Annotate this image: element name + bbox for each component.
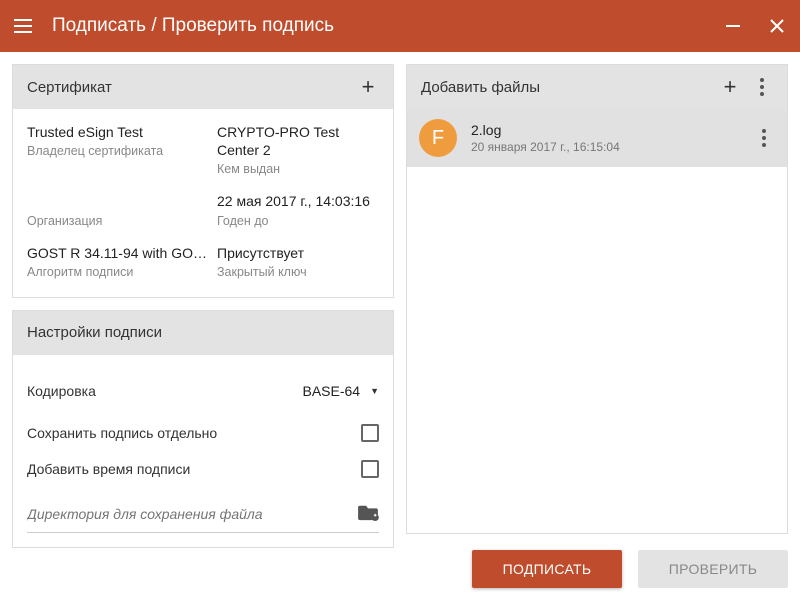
files-card-title: Добавить файлы (421, 79, 719, 96)
file-row[interactable]: F 2.log 20 января 2017 г., 16:15:04 (407, 109, 787, 167)
certificate-card: Сертификат + Trusted eSign Test Владелец… (12, 64, 394, 298)
encoding-label: Кодировка (27, 383, 302, 399)
cert-algo-value: GOST R 34.11-94 with GOS.. (27, 244, 207, 262)
cert-owner-value: Trusted eSign Test (27, 123, 207, 141)
settings-card-title: Настройки подписи (27, 324, 379, 341)
close-button[interactable] (768, 17, 786, 35)
encoding-select[interactable]: BASE-64 ▼ (302, 383, 379, 399)
encoding-value: BASE-64 (302, 383, 360, 399)
timestamp-checkbox[interactable] (361, 460, 379, 478)
cert-owner-label: Владелец сертификата (27, 144, 207, 158)
cert-issuer-label: Кем выдан (217, 162, 379, 176)
verify-button[interactable]: ПРОВЕРИТЬ (638, 550, 788, 588)
files-card: Добавить файлы + F 2.log 20 января 2017 … (406, 64, 788, 534)
cert-issuer-value: CRYPTO-PRO Test Center 2 (217, 123, 379, 159)
title-bar: Подписать / Проверить подпись (0, 0, 800, 52)
signature-settings-card: Настройки подписи Кодировка BASE-64 ▼ Со… (12, 310, 394, 548)
sign-button[interactable]: ПОДПИСАТЬ (472, 550, 622, 588)
menu-icon[interactable] (14, 15, 36, 37)
add-certificate-button[interactable]: + (357, 74, 379, 100)
file-name: 2.log (471, 122, 739, 138)
save-directory-input[interactable] (27, 506, 347, 522)
file-date: 20 января 2017 г., 16:15:04 (471, 140, 739, 154)
dropdown-icon: ▼ (370, 386, 379, 396)
add-file-button[interactable]: + (719, 74, 741, 100)
minimize-button[interactable] (724, 17, 742, 35)
cert-org-value (27, 192, 207, 210)
cert-algo-label: Алгоритм подписи (27, 265, 207, 279)
timestamp-label: Добавить время подписи (27, 461, 361, 477)
files-more-button[interactable] (751, 78, 773, 96)
file-row-more-button[interactable] (753, 129, 775, 147)
cert-validto-value: 22 мая 2017 г., 14:03:16 (217, 192, 379, 210)
cert-validto-label: Годен до (217, 214, 379, 228)
action-button-bar: ПОДПИСАТЬ ПРОВЕРИТЬ (406, 546, 788, 588)
certificate-card-title: Сертификат (27, 79, 357, 96)
cert-org-label: Организация (27, 214, 207, 228)
cert-privkey-label: Закрытый ключ (217, 265, 379, 279)
folder-icon[interactable] (357, 503, 379, 526)
cert-privkey-value: Присутствует (217, 244, 379, 262)
window-title: Подписать / Проверить подпись (52, 15, 724, 37)
detached-checkbox[interactable] (361, 424, 379, 442)
detached-label: Сохранить подпись отдельно (27, 425, 361, 441)
file-avatar: F (419, 119, 457, 157)
